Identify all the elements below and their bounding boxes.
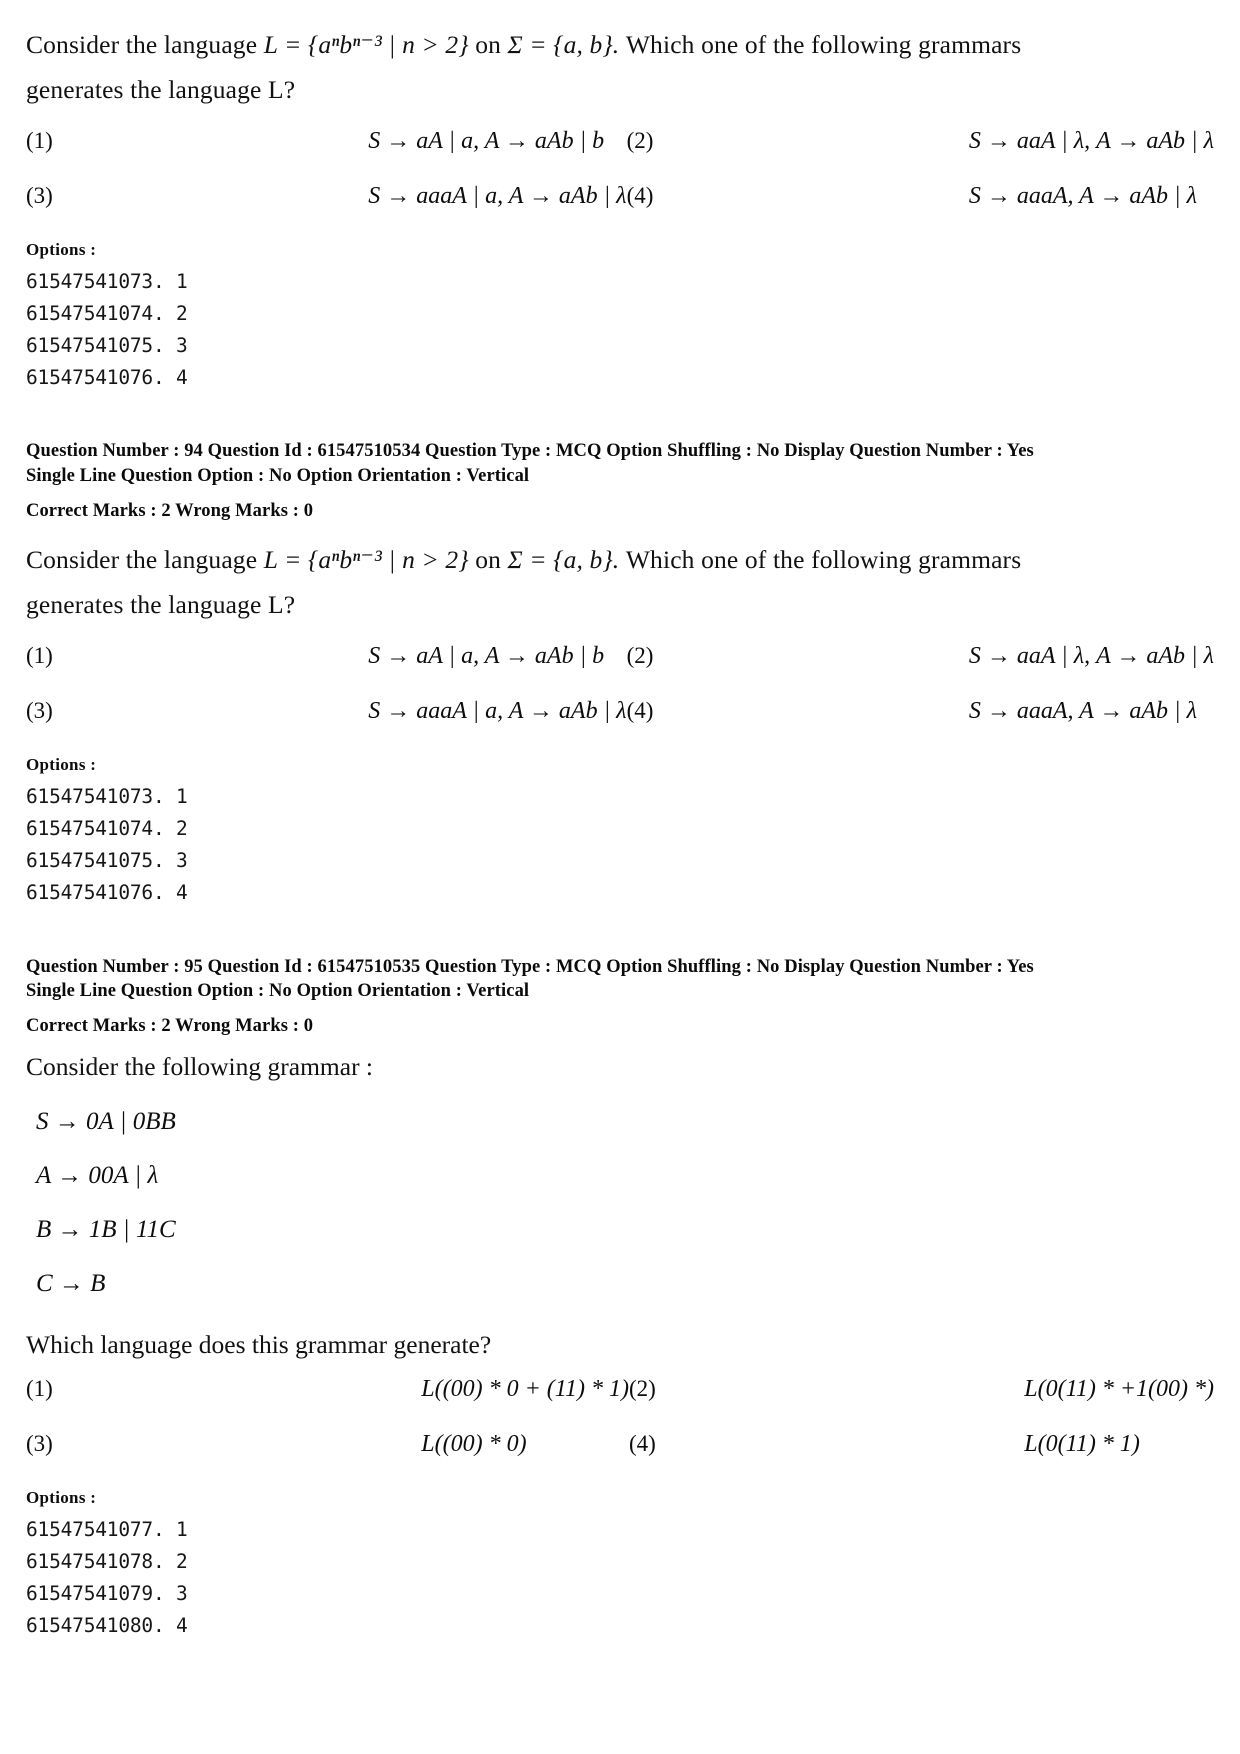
metadata-line-secondary: Single Line Question Option : No Option … bbox=[26, 981, 530, 1002]
question-metadata-94: Question Number : 94 Question Id : 61547… bbox=[26, 439, 1214, 523]
choice-text-1[interactable]: S → aA | a, A → aAb | b bbox=[368, 128, 626, 183]
option-id-row: 61547541078. 2 bbox=[26, 1550, 188, 1574]
metadata-line-secondary: Single Line Question Option : No Option … bbox=[26, 465, 530, 486]
option-id-row: 61547541074. 2 bbox=[26, 302, 188, 326]
choice-number-2: (2) bbox=[629, 1376, 656, 1402]
answer-choice-row: (1) L((00) * 0 + (11) * 1) (2) L(0(11) *… bbox=[26, 1376, 1214, 1431]
choice-number-3: (3) bbox=[26, 1431, 53, 1457]
choice-text-3[interactable]: S → aaaA | a, A → aAb | λ bbox=[368, 698, 626, 753]
question-stem: Consider the language L = {aⁿbⁿ⁻³ | n > … bbox=[26, 22, 1211, 112]
choice-text-2[interactable]: L(0(11) * +1(00) *) bbox=[1024, 1376, 1214, 1431]
option-id-row: 61547541075. 3 bbox=[26, 848, 188, 872]
choice-number-4: (4) bbox=[626, 183, 654, 209]
option-id-row: 61547541077. 1 bbox=[26, 1518, 188, 1542]
exam-page: Consider the language L = {aⁿbⁿ⁻³ | n > … bbox=[0, 0, 1240, 1754]
choice-text-4[interactable]: S → aaaA, A → aAb | λ bbox=[969, 698, 1214, 753]
option-id-row: 61547541076. 4 bbox=[26, 365, 188, 389]
grammar-production-c: C → B bbox=[36, 1270, 106, 1298]
choice-text-2[interactable]: S → aaA | λ, A → aAb | λ bbox=[969, 643, 1214, 698]
stem-math-language-definition: L = {aⁿbⁿ⁻³ | n > 2} bbox=[263, 545, 469, 575]
choice-number-1: (1) bbox=[26, 1376, 53, 1402]
answer-choice-row: (3) S → aaaA | a, A → aAb | λ (4) S → aa… bbox=[26, 183, 1214, 238]
option-id-row: 61547541076. 4 bbox=[26, 880, 188, 904]
stem-text-prefix: Consider the language bbox=[26, 30, 264, 59]
stem-line-two: generates the language L? bbox=[26, 75, 296, 105]
metadata-marks: Correct Marks : 2 Wrong Marks : 0 bbox=[26, 500, 314, 521]
choice-number-1: (1) bbox=[26, 128, 53, 154]
choice-text-1[interactable]: S → aA | a, A → aAb | b bbox=[368, 643, 626, 698]
choice-number-2: (2) bbox=[626, 643, 654, 669]
stem-text-suffix: Which one of the following grammars bbox=[619, 30, 1022, 59]
question-metadata-95: Question Number : 95 Question Id : 61547… bbox=[26, 955, 1214, 1039]
stem-text-mid: on bbox=[468, 545, 508, 575]
stem-text-mid: on bbox=[468, 30, 508, 59]
choice-number-4: (4) bbox=[626, 698, 654, 724]
answer-choice-row: (3) S → aaaA | a, A → aAb | λ (4) S → aa… bbox=[26, 698, 1214, 753]
grammar-question-text: Which language does this grammar generat… bbox=[26, 1330, 492, 1360]
stem-line-two: generates the language L? bbox=[26, 590, 296, 620]
options-heading: Options : bbox=[26, 240, 97, 260]
question-block-preview: Consider the language L = {aⁿbⁿ⁻³ | n > … bbox=[26, 22, 1214, 393]
answer-choice-grid: (1) S → aA | a, A → aAb | b (2) S → aaA … bbox=[26, 128, 1214, 238]
choice-number-2: (2) bbox=[626, 128, 654, 154]
option-id-row: 61547541079. 3 bbox=[26, 1581, 188, 1605]
choice-number-3: (3) bbox=[26, 698, 53, 724]
choice-text-1[interactable]: L((00) * 0 + (11) * 1) bbox=[421, 1376, 629, 1431]
grammar-production-a: A → 00A | λ bbox=[36, 1162, 159, 1190]
stem-math-alphabet: Σ = {a, b}. bbox=[507, 30, 620, 59]
stem-text-prefix: Consider the language bbox=[26, 545, 264, 575]
stem-text-suffix: Which one of the following grammars bbox=[619, 545, 1022, 575]
stem-math-language-definition: L = {aⁿbⁿ⁻³ | n > 2} bbox=[263, 30, 469, 59]
options-heading: Options : bbox=[26, 755, 97, 775]
metadata-marks: Correct Marks : 2 Wrong Marks : 0 bbox=[26, 1015, 314, 1036]
answer-choice-row: (1) S → aA | a, A → aAb | b (2) S → aaA … bbox=[26, 128, 1214, 183]
option-id-row: 61547541075. 3 bbox=[26, 333, 188, 357]
metadata-line-primary: Question Number : 94 Question Id : 61547… bbox=[26, 441, 1034, 462]
grammar-production-s: S → 0A | 0BB bbox=[36, 1108, 176, 1136]
option-id-row: 61547541074. 2 bbox=[26, 817, 188, 841]
choice-text-4[interactable]: S → aaaA, A → aAb | λ bbox=[969, 183, 1214, 238]
options-heading: Options : bbox=[26, 1488, 97, 1508]
choice-number-3: (3) bbox=[26, 183, 53, 209]
choice-text-3[interactable]: L((00) * 0) bbox=[421, 1431, 629, 1486]
choice-text-2[interactable]: S → aaA | λ, A → aAb | λ bbox=[969, 128, 1214, 183]
choice-number-4: (4) bbox=[629, 1431, 656, 1457]
answer-choice-row: (3) L((00) * 0) (4) L(0(11) * 1) bbox=[26, 1431, 1214, 1486]
choice-number-1: (1) bbox=[26, 643, 53, 669]
option-id-row: 61547541080. 4 bbox=[26, 1613, 188, 1637]
grammar-production-b: B → 1B | 11C bbox=[36, 1216, 176, 1244]
answer-choice-grid: (1) L((00) * 0 + (11) * 1) (2) L(0(11) *… bbox=[26, 1376, 1214, 1486]
choice-text-3[interactable]: S → aaaA | a, A → aAb | λ bbox=[368, 183, 626, 238]
option-id-row: 61547541073. 1 bbox=[26, 785, 188, 809]
question-block-94: Question Number : 94 Question Id : 61547… bbox=[26, 439, 1214, 908]
metadata-line-primary: Question Number : 95 Question Id : 61547… bbox=[26, 956, 1034, 977]
grammar-intro-text: Consider the following grammar : bbox=[26, 1052, 374, 1082]
choice-text-4[interactable]: L(0(11) * 1) bbox=[1024, 1431, 1214, 1486]
question-block-95: Question Number : 95 Question Id : 61547… bbox=[26, 955, 1214, 1642]
answer-choice-row: (1) S → aA | a, A → aAb | b (2) S → aaA … bbox=[26, 643, 1214, 698]
stem-math-alphabet: Σ = {a, b}. bbox=[507, 545, 620, 575]
option-id-row: 61547541073. 1 bbox=[26, 270, 188, 294]
answer-choice-grid: (1) S → aA | a, A → aAb | b (2) S → aaA … bbox=[26, 643, 1214, 753]
question-stem: Consider the language L = {aⁿbⁿ⁻³ | n > … bbox=[26, 537, 1211, 627]
